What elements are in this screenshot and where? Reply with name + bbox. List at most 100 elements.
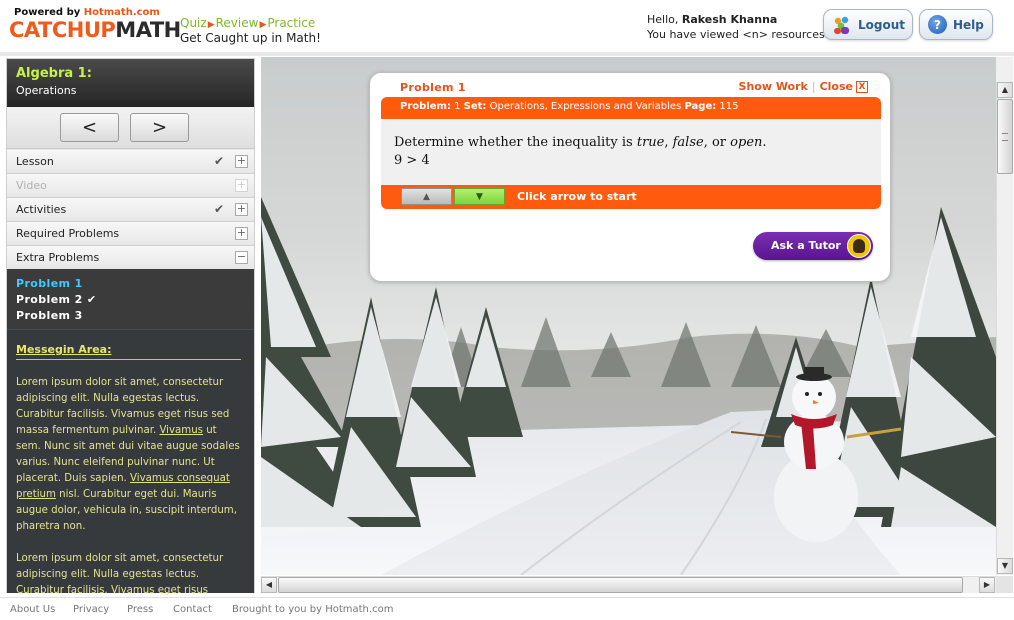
expand-icon[interactable]: + [235,155,248,168]
question-true: true [636,135,665,150]
start-instruction: Click arrow to start [517,190,637,203]
logo-part2: MATH [115,18,181,42]
next-button[interactable]: > [130,113,189,142]
catchupmath-logo[interactable]: CATCHUPMATH [9,18,181,42]
grip-icon [1002,133,1008,141]
page-label: Page: [684,101,717,112]
expand-icon[interactable]: + [235,203,248,216]
message-link[interactable]: Vivamus [159,425,203,436]
next-arrow-icon: > [151,117,168,138]
footer-credit: Brought to you by Hotmath.com [232,604,394,615]
scroll-right-icon[interactable]: ▶ [979,577,995,593]
footer-privacy-link[interactable]: Privacy [73,604,109,615]
footer-contact-link[interactable]: Contact [173,604,212,615]
question-sep: , [664,135,673,150]
powered-brand[interactable]: Hotmath.com [84,7,160,18]
footer-about-link[interactable]: About Us [10,604,55,615]
tag-arrow-icon: ▶ [207,20,215,30]
sidebar-item-extra-problems[interactable]: Extra Problems − [7,246,254,270]
set-label: Set: [463,101,487,112]
sidebar-item-lesson[interactable]: Lesson ✔ + [7,150,254,174]
vertical-scrollbar[interactable]: ▲ ▼ [996,82,1013,575]
question-text: Determine whether the inequality is [394,135,637,150]
problem-question: Determine whether the inequality is true… [394,134,881,152]
powered-by: Powered by Hotmath.com [14,7,160,18]
step-forward-button[interactable]: ▼ [454,188,505,205]
tagline: Quiz▶Review▶Practice Get Caught up in Ma… [180,17,321,45]
sidebar-item-video[interactable]: Video + [7,174,254,198]
logout-label: Logout [858,17,906,32]
message-paragraph-2: Lorem ipsum dolor sit amet, consectetur … [16,553,224,596]
problem-number: 1 [450,101,464,112]
horizontal-scrollbar[interactable]: ◀ ▶ [261,576,996,593]
hello-prefix: Hello, [647,13,682,26]
scroll-down-icon[interactable]: ▼ [997,558,1013,574]
footer: About Us Privacy Press Contact Brought t… [0,597,1014,620]
vertical-scroll-thumb[interactable] [997,99,1013,174]
powered-prefix: Powered by [14,7,84,18]
expand-icon[interactable]: + [235,179,248,192]
question-sep: , or [703,135,731,150]
header-divider [0,52,1014,56]
tag-arrow-icon: ▶ [259,20,267,30]
lesson-nav: < > [7,107,254,149]
user-name: Rakesh Khanna [681,13,778,26]
tag-subtitle: Get Caught up in Math! [180,31,321,45]
tag-practice: Practice [267,16,316,30]
tag-review: Review [215,16,259,30]
check-icon: ✔ [214,202,225,216]
arrow-up-icon: ▲ [423,191,430,202]
sidebar-item-label: Video [16,179,47,192]
ask-tutor-button[interactable]: Ask a Tutor [753,232,873,260]
scroll-corner [996,576,1013,593]
message-title: Messegin Area: [16,343,241,360]
arrow-down-icon: ▼ [476,191,483,202]
message-paragraph-1: Lorem ipsum dolor sit amet, consectetur … [16,375,242,535]
sidebar-item-label: Required Problems [16,227,120,240]
tutor-avatar-icon [847,234,871,258]
help-button[interactable]: ? Help [919,9,993,40]
link-separator: | [811,80,816,93]
scroll-up-icon[interactable]: ▲ [997,82,1013,98]
problem-link-1[interactable]: Problem 1 [16,276,245,292]
sidebar-item-label: Extra Problems [16,251,100,264]
problem-list: Problem 1 Problem 2 ✔ Problem 3 [7,269,254,329]
scroll-top-area [996,57,1013,82]
problem-expression: 9 > 4 [394,153,430,168]
ask-tutor-label: Ask a Tutor [771,239,841,252]
close-icon[interactable]: X [856,80,868,93]
problem-label: Problem: [400,101,451,112]
users-icon [832,15,852,35]
close-link[interactable]: Close [820,80,853,93]
sidebar-item-required-problems[interactable]: Required Problems + [7,222,254,246]
problem-link-3[interactable]: Problem 3 [16,308,245,324]
show-work-link[interactable]: Show Work [739,80,808,93]
question-end: . [762,135,767,150]
set-name: Operations, Expressions and Variables [486,101,685,112]
prev-arrow-icon: < [81,117,98,138]
logout-button[interactable]: Logout [823,9,913,40]
help-icon: ? [928,15,947,35]
problem-statement: Determine whether the inequality is true… [381,119,881,185]
sidebar-item-label: Activities [16,203,67,216]
user-greeting: Hello, Rakesh Khanna You have viewed <n>… [647,12,829,42]
prev-button[interactable]: < [60,113,119,142]
step-controls: ▲ ▼ Click arrow to start [381,185,881,209]
horizontal-scroll-thumb[interactable] [278,577,963,593]
expand-icon[interactable]: + [235,227,248,240]
question-open: open [730,135,763,150]
problem-info-bar: Problem: 1 Set: Operations, Expressions … [381,97,881,119]
footer-press-link[interactable]: Press [127,604,153,615]
scroll-left-icon[interactable]: ◀ [261,577,277,593]
sidebar: Algebra 1: Operations < > Lesson ✔ + Vid… [6,58,255,596]
sidebar-item-activities[interactable]: Activities ✔ + [7,198,254,222]
course-title: Algebra 1: [16,66,92,81]
tag-quiz: Quiz [180,16,207,30]
problem-link-2[interactable]: Problem 2 ✔ [16,292,245,308]
question-false: false [672,135,704,150]
logo-part1: CATCHUP [9,18,116,42]
viewed-resources-text: You have viewed <n> resources! [647,28,830,41]
step-back-button[interactable]: ▲ [401,188,452,205]
card-actions: Show Work | Close X [739,80,868,93]
collapse-icon[interactable]: − [235,251,248,264]
